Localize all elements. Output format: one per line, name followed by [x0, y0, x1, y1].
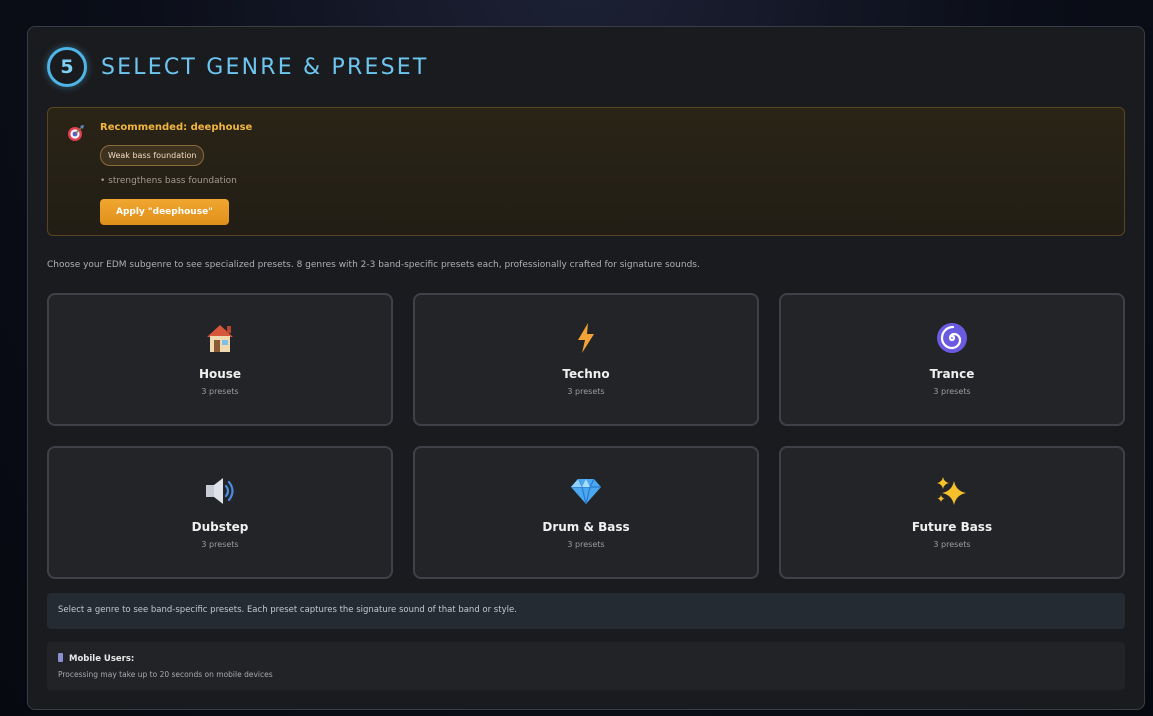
genre-card-house[interactable]: House 3 presets: [47, 293, 393, 426]
step-header: 5 SELECT GENRE & PRESET: [47, 47, 429, 87]
recommended-genre: deephouse: [190, 122, 253, 133]
mobile-notice: Mobile Users: Processing may take up to …: [47, 642, 1125, 690]
genre-card-techno[interactable]: Techno 3 presets: [413, 293, 759, 426]
genre-preset-count: 3 presets: [933, 387, 971, 396]
genre-name: Future Bass: [911, 520, 993, 534]
sparkles-icon: [935, 475, 969, 507]
genre-name: Techno: [562, 367, 610, 381]
genre-preset-count: 3 presets: [933, 540, 971, 549]
genre-preset-panel: 5 SELECT GENRE & PRESET Recommended: dee…: [27, 26, 1145, 710]
phone-icon: [58, 653, 63, 662]
lightning-icon: [574, 322, 598, 354]
info-bar: Select a genre to see band-specific pres…: [47, 593, 1125, 629]
recommendation-detail: • strengthens bass foundation: [100, 176, 237, 186]
gem-icon: [569, 475, 603, 507]
genre-card-trance[interactable]: Trance 3 presets: [779, 293, 1125, 426]
genre-name: Drum & Bass: [542, 520, 630, 534]
target-icon: [67, 124, 85, 146]
genre-name: Dubstep: [191, 520, 249, 534]
genre-name: Trance: [929, 367, 975, 381]
genre-preset-count: 3 presets: [201, 540, 239, 549]
spiral-icon: [936, 322, 968, 354]
genre-preset-count: 3 presets: [567, 387, 605, 396]
intro-text: Choose your EDM subgenre to see speciali…: [47, 260, 700, 270]
step-title: SELECT GENRE & PRESET: [101, 54, 429, 80]
genre-card-dubstep[interactable]: Dubstep 3 presets: [47, 446, 393, 579]
mobile-title-text: Mobile Users:: [69, 654, 135, 664]
mobile-notice-text: Processing may take up to 20 seconds on …: [58, 670, 273, 679]
speaker-icon: [203, 475, 237, 507]
genre-preset-count: 3 presets: [201, 387, 239, 396]
recommendation-title: Recommended: deephouse: [100, 122, 252, 133]
house-icon: [203, 322, 237, 354]
apply-recommendation-button[interactable]: Apply "deephouse": [100, 199, 229, 225]
genre-card-future-bass[interactable]: Future Bass 3 presets: [779, 446, 1125, 579]
recommendation-label: Recommended:: [100, 122, 191, 133]
issue-tag: Weak bass foundation: [100, 145, 205, 166]
genre-preset-count: 3 presets: [567, 540, 605, 549]
genre-name: House: [198, 367, 242, 381]
step-number-badge: 5: [47, 47, 87, 87]
recommendation-box: Recommended: deephouse Weak bass foundat…: [47, 107, 1125, 236]
mobile-notice-title: Mobile Users:: [58, 653, 134, 664]
genre-card-drum-and-bass[interactable]: Drum & Bass 3 presets: [413, 446, 759, 579]
